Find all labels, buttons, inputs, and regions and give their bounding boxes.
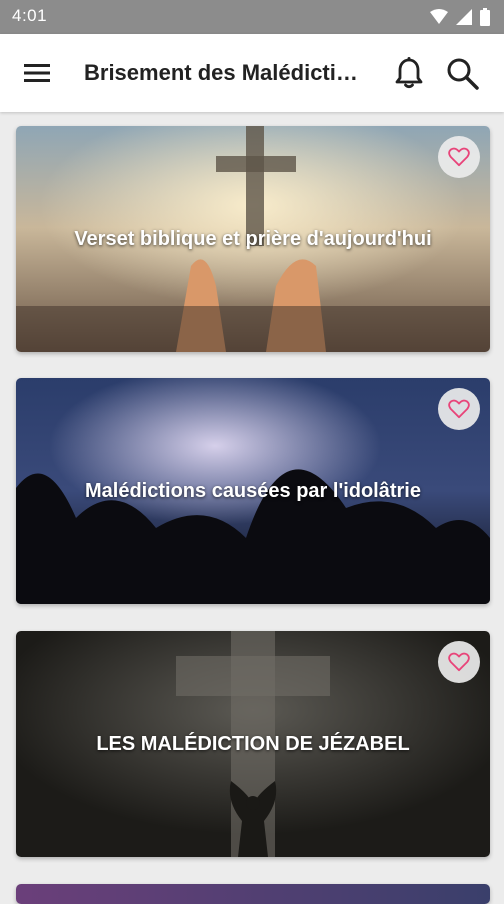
heart-outline-icon (448, 652, 470, 672)
card-title: Malédictions causées par l'idolâtrie (85, 479, 421, 502)
card-verset-biblique[interactable]: Verset biblique et prière d'aujourd'hui (16, 126, 490, 352)
card-partial[interactable] (16, 884, 490, 904)
app-bar: Brisement des Malédicti… (0, 34, 504, 112)
heart-outline-icon (448, 147, 470, 167)
favorite-button[interactable] (438, 136, 480, 178)
battery-icon (480, 8, 490, 26)
search-button[interactable] (445, 56, 481, 92)
card-title: LES MALÉDICTION DE JÉZABEL (96, 732, 410, 755)
bell-icon (395, 57, 423, 89)
menu-button[interactable] (22, 58, 56, 88)
search-icon (447, 58, 479, 90)
heart-outline-icon (448, 399, 470, 419)
favorite-button[interactable] (438, 641, 480, 683)
card-jezabel[interactable]: LES MALÉDICTION DE JÉZABEL (16, 631, 490, 857)
page-title: Brisement des Malédicti… (84, 60, 358, 85)
status-bar: 4:01 (0, 0, 504, 34)
wifi-icon (430, 9, 448, 24)
status-icons (430, 8, 490, 26)
favorite-button[interactable] (438, 388, 480, 430)
notifications-button[interactable] (393, 56, 425, 90)
card-image-partial (16, 884, 490, 904)
card-idolatrie[interactable]: Malédictions causées par l'idolâtrie (16, 378, 490, 604)
status-time: 4:01 (12, 6, 48, 25)
card-title: Verset biblique et prière d'aujourd'hui (74, 227, 432, 250)
menu-icon (24, 64, 50, 82)
signal-icon (456, 9, 472, 25)
